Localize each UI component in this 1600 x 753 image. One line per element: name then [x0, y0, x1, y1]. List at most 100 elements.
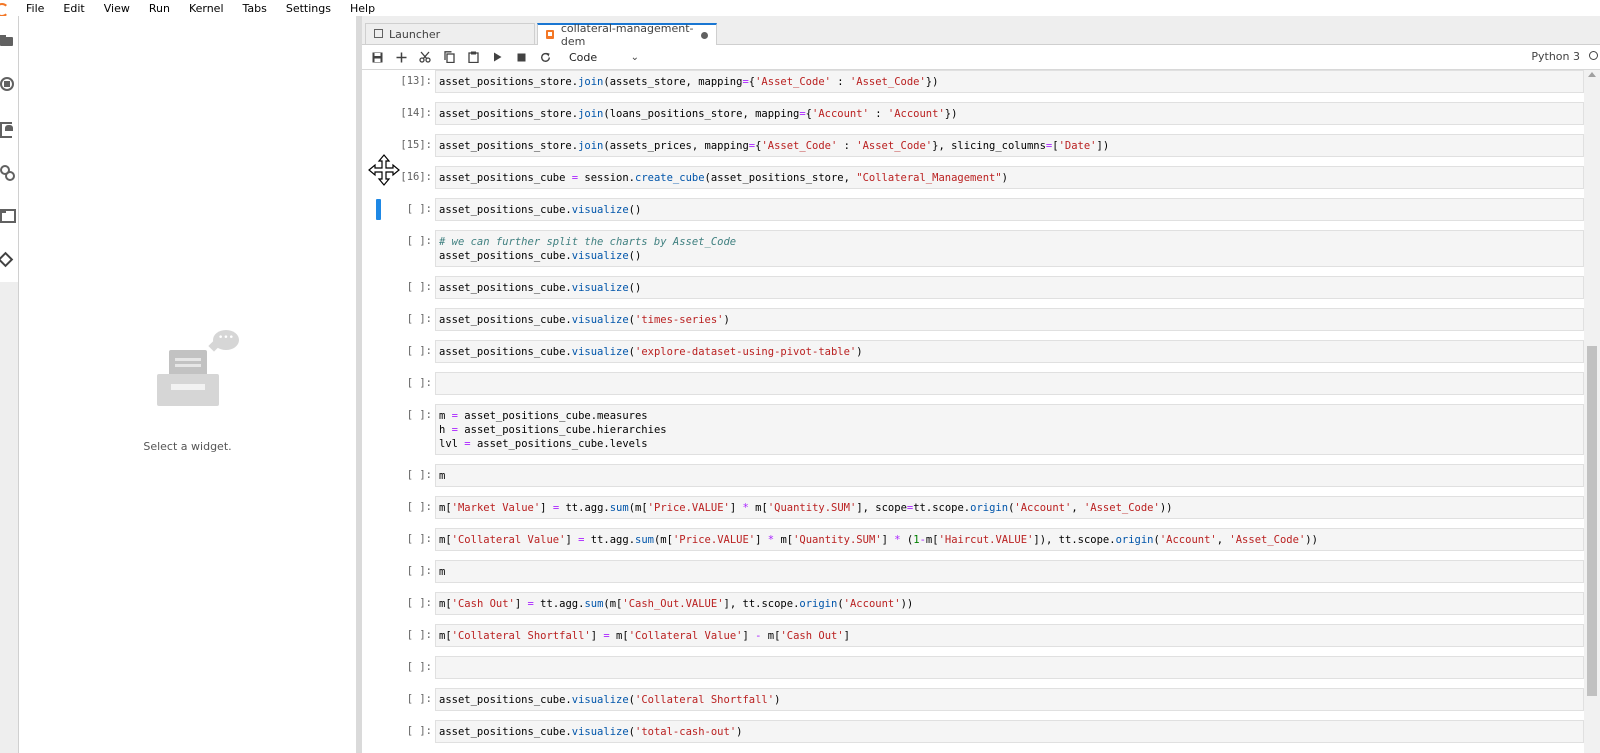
menu-view[interactable]: View: [104, 2, 130, 15]
code-editor[interactable]: # we can further split the charts by Ass…: [435, 230, 1584, 267]
menu-file[interactable]: File: [26, 2, 44, 15]
menu-tabs[interactable]: Tabs: [243, 2, 267, 15]
code-editor[interactable]: [435, 372, 1584, 395]
code-editor[interactable]: m['Cash Out'] = tt.agg.sum(m['Cash_Out.V…: [435, 592, 1584, 615]
notebook-cell[interactable]: [ ]: m['Collateral Value'] = tt.agg.sum(m…: [362, 528, 1584, 551]
notebook-cell[interactable]: [ ]: asset_positions_cube.visualize(): [362, 276, 1584, 299]
code-editor[interactable]: m = asset_positions_cube.measures h = as…: [435, 404, 1584, 455]
menu-settings[interactable]: Settings: [286, 2, 331, 15]
cell-prompt: [13]:: [400, 75, 432, 87]
notebook-cell[interactable]: [ ]: m: [362, 560, 1584, 583]
paste-button[interactable]: [461, 47, 485, 67]
code-editor[interactable]: [435, 656, 1584, 679]
cell-prompt: [ ]:: [406, 281, 432, 293]
left-sidebar-empty: [0, 282, 19, 753]
notebook-cell[interactable]: [13]: asset_positions_store.join(assets_s…: [362, 70, 1584, 93]
cell-prompt: [ ]:: [406, 409, 432, 421]
code-editor[interactable]: asset_positions_cube.visualize(): [435, 198, 1584, 221]
notebook-cell[interactable]: [ ]: m['Market Value'] = tt.agg.sum(m['Pr…: [362, 496, 1584, 519]
cell-prompt: [ ]:: [406, 693, 432, 705]
open-tabs-icon[interactable]: [0, 208, 16, 223]
code-editor[interactable]: asset_positions_cube = session.create_cu…: [435, 166, 1584, 189]
menu-kernel[interactable]: Kernel: [189, 2, 224, 15]
code-editor[interactable]: asset_positions_cube.visualize('Collater…: [435, 688, 1584, 711]
scroll-up-icon[interactable]: [1588, 72, 1596, 77]
notebook-cell[interactable]: [ ]: m['Collateral Shortfall'] = m['Colla…: [362, 624, 1584, 647]
notebook-cell[interactable]: [ ]: m = asset_positions_cube.measures h …: [362, 404, 1584, 455]
code-editor[interactable]: asset_positions_cube.visualize('explore-…: [435, 340, 1584, 363]
cell-prompt: [15]:: [400, 139, 432, 151]
widget-inspector-icon[interactable]: [0, 252, 14, 266]
widget-panel: Select a widget.: [19, 16, 356, 753]
tab-notebook[interactable]: collateral-management-dem: [537, 22, 717, 48]
tab-launcher[interactable]: Launcher: [365, 23, 535, 44]
widget-empty-text: Select a widget.: [143, 440, 232, 453]
interrupt-button[interactable]: [509, 47, 533, 67]
notebook-cell[interactable]: [ ]:: [362, 656, 1584, 679]
scrollbar-thumb[interactable]: [1587, 346, 1597, 696]
code-editor[interactable]: m['Collateral Shortfall'] = m['Collatera…: [435, 624, 1584, 647]
notebook-cell[interactable]: [ ]:: [362, 372, 1584, 395]
cell-prompt: [ ]:: [406, 533, 432, 545]
cut-icon: [419, 51, 431, 63]
notebook-toolbar: Code ⌄ Python 3: [362, 45, 1600, 70]
notebook-scrollbar[interactable]: [1584, 70, 1600, 753]
cell-prompt: [ ]:: [406, 661, 432, 673]
code-editor[interactable]: asset_positions_store.join(loans_positio…: [435, 102, 1584, 125]
copy-button[interactable]: [437, 47, 461, 67]
cell-type-value: Code: [569, 50, 598, 64]
cell-prompt: [ ]:: [406, 345, 432, 357]
notebook-icon: [546, 30, 556, 40]
add-cell-button[interactable]: [389, 47, 413, 67]
notebook-cells: [13]: asset_positions_store.join(assets_s…: [362, 70, 1584, 753]
notebook-cell[interactable]: [ ]: asset_positions_cube.visualize(): [362, 198, 1584, 221]
cell-prompt: [ ]:: [406, 469, 432, 481]
code-editor[interactable]: m: [435, 464, 1584, 487]
code-editor[interactable]: asset_positions_cube.visualize('times-se…: [435, 308, 1584, 331]
main-area: Launcher collateral-management-dem Code …: [362, 16, 1600, 753]
notebook-cell[interactable]: [16]: asset_positions_cube = session.crea…: [362, 166, 1584, 189]
notebook-cell[interactable]: [ ]: m: [362, 464, 1584, 487]
notebook-cell[interactable]: [15]: asset_positions_store.join(assets_p…: [362, 134, 1584, 157]
notebook-cell[interactable]: [ ]: # we can further split the charts by…: [362, 230, 1584, 267]
save-button[interactable]: [365, 47, 389, 67]
copy-icon: [443, 51, 455, 63]
empty-widget-illustration-icon: [157, 330, 241, 406]
notebook-cell[interactable]: [ ]: asset_positions_cube.visualize('tota…: [362, 720, 1584, 743]
notebook-cell[interactable]: [ ]: asset_positions_cube.visualize('expl…: [362, 340, 1584, 363]
code-editor[interactable]: asset_positions_store.join(assets_store,…: [435, 70, 1584, 93]
cut-button[interactable]: [413, 47, 437, 67]
cell-prompt: [14]:: [400, 107, 432, 119]
cell-prompt: [ ]:: [406, 203, 432, 215]
run-icon: [493, 52, 501, 62]
cell-prompt: [ ]:: [406, 565, 432, 577]
code-editor[interactable]: asset_positions_cube.visualize('total-ca…: [435, 720, 1584, 743]
property-inspector-icon[interactable]: [0, 165, 15, 181]
code-editor[interactable]: asset_positions_store.join(assets_prices…: [435, 134, 1584, 157]
run-button[interactable]: [485, 47, 509, 67]
cell-prompt: [ ]:: [406, 235, 432, 247]
code-editor[interactable]: m: [435, 560, 1584, 583]
code-editor[interactable]: m['Collateral Value'] = tt.agg.sum(m['Pr…: [435, 528, 1584, 551]
launcher-icon: [374, 29, 384, 39]
menu-edit[interactable]: Edit: [63, 2, 84, 15]
cell-prompt: [ ]:: [406, 377, 432, 389]
notebook-cell[interactable]: [ ]: asset_positions_cube.visualize('time…: [362, 308, 1584, 331]
code-editor[interactable]: m['Market Value'] = tt.agg.sum(m['Price.…: [435, 496, 1584, 519]
kernel-name[interactable]: Python 3: [1531, 50, 1580, 63]
restart-icon: [540, 52, 550, 62]
running-sessions-icon[interactable]: [0, 77, 14, 91]
command-palette-icon[interactable]: [0, 121, 14, 138]
unsaved-dot-icon[interactable]: [701, 32, 708, 39]
cell-prompt: [ ]:: [406, 597, 432, 609]
menu-run[interactable]: Run: [149, 2, 170, 15]
code-editor[interactable]: asset_positions_cube.visualize(): [435, 276, 1584, 299]
cell-type-select[interactable]: Code ⌄: [569, 51, 639, 64]
notebook-cell[interactable]: [ ]: m['Cash Out'] = tt.agg.sum(m['Cash_O…: [362, 592, 1584, 615]
menu-help[interactable]: Help: [350, 2, 375, 15]
restart-button[interactable]: [533, 47, 557, 67]
file-browser-icon[interactable]: [0, 34, 14, 48]
menu-bar: File Edit View Run Kernel Tabs Settings …: [0, 0, 1600, 17]
notebook-cell[interactable]: [14]: asset_positions_store.join(loans_po…: [362, 102, 1584, 125]
notebook-cell[interactable]: [ ]: asset_positions_cube.visualize('Coll…: [362, 688, 1584, 711]
